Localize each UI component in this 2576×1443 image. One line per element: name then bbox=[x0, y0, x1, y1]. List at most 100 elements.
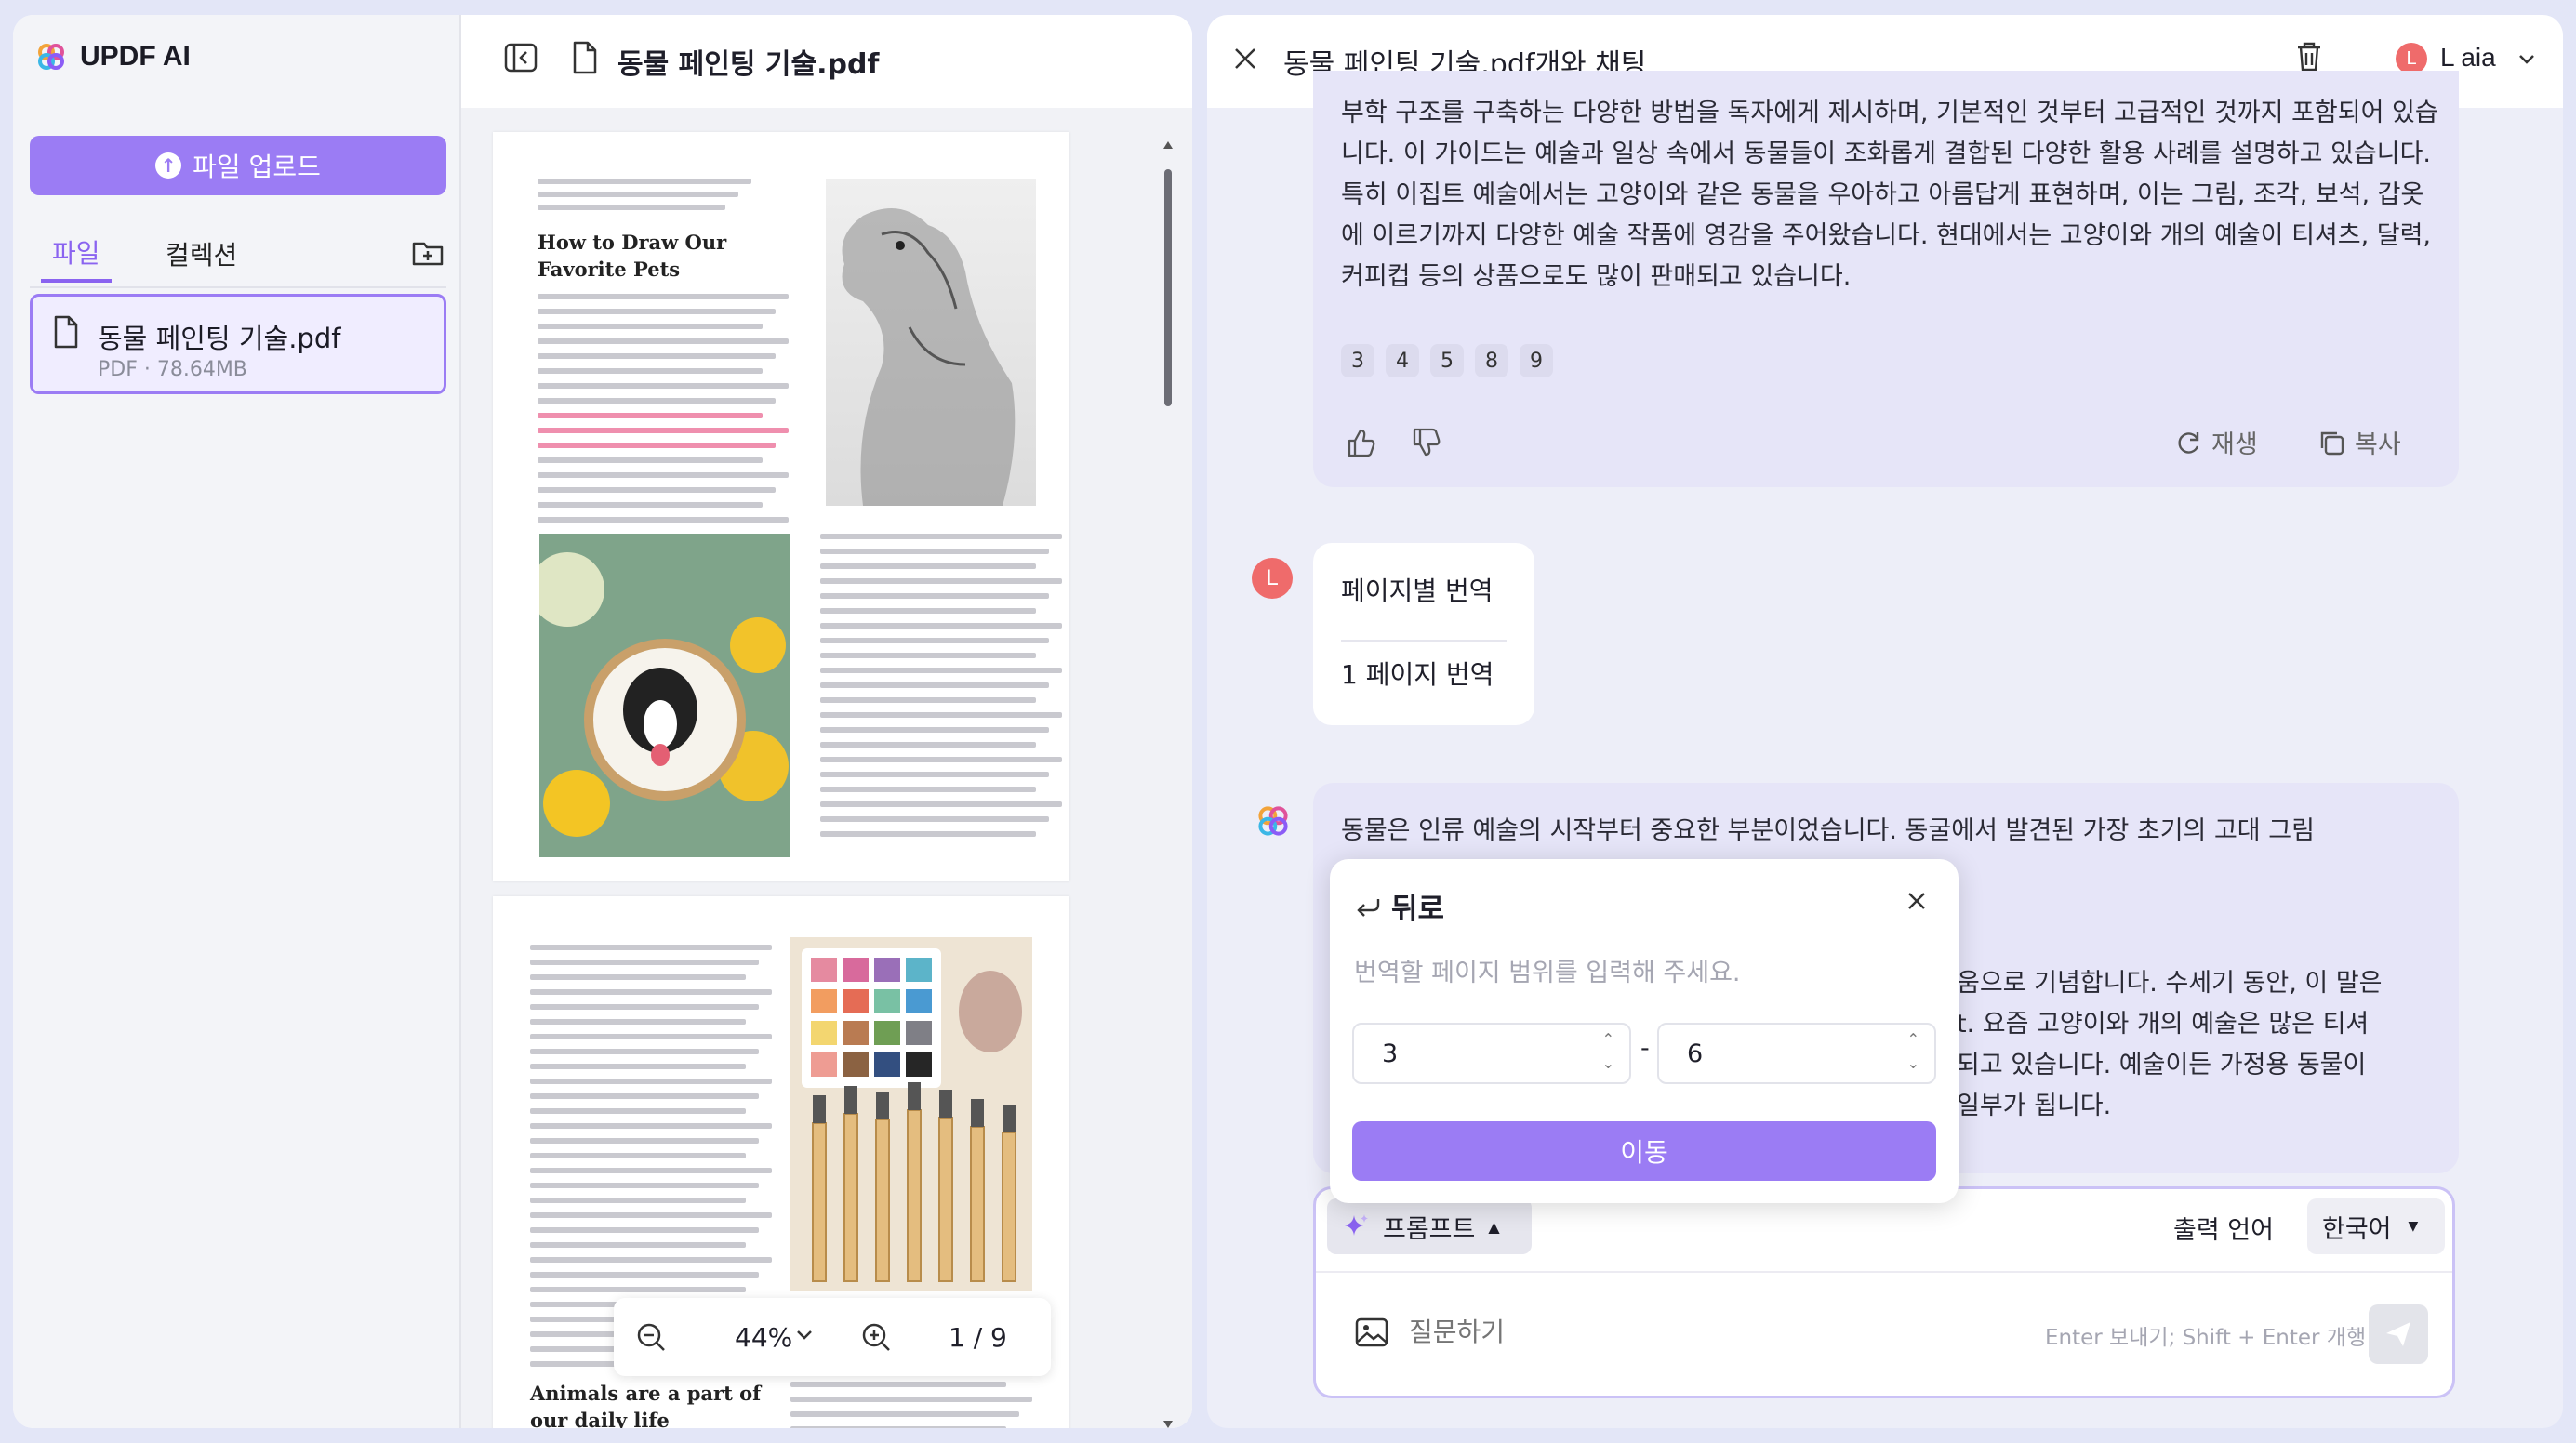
decrement-icon[interactable]: ⌄ bbox=[1907, 1054, 1919, 1072]
pdf-text-line bbox=[538, 502, 763, 508]
page-ref-chip[interactable]: 9 bbox=[1520, 344, 1553, 377]
copy-button[interactable]: 복사 bbox=[2317, 424, 2401, 460]
upload-arrow-icon: ↑ bbox=[155, 152, 182, 179]
pdf-text-line bbox=[530, 1168, 772, 1173]
pdf-text-line bbox=[530, 1093, 759, 1099]
page-to-field[interactable]: 6 ⌃ ⌄ bbox=[1657, 1023, 1936, 1084]
regenerate-label: 재생 bbox=[2211, 430, 2258, 459]
file-meta: PDF · 78.64MB bbox=[98, 358, 247, 381]
zoom-level[interactable]: 44% bbox=[735, 1322, 792, 1353]
page-ref-chip[interactable]: 3 bbox=[1341, 344, 1374, 377]
pdf-text-line bbox=[820, 801, 1062, 807]
page-ref-chip[interactable]: 5 bbox=[1430, 344, 1464, 377]
decrement-icon[interactable]: ⌄ bbox=[1602, 1054, 1614, 1072]
scrollbar-thumb[interactable] bbox=[1164, 169, 1172, 406]
back-button[interactable]: 뒤로 bbox=[1356, 885, 1444, 927]
pdf-document-icon bbox=[573, 41, 597, 74]
tab-files[interactable]: 파일 bbox=[41, 225, 112, 283]
page-from-field[interactable]: 3 ⌃ ⌄ bbox=[1352, 1023, 1631, 1084]
user-menu-chevron-icon[interactable] bbox=[2518, 54, 2535, 65]
page-to-value: 6 bbox=[1687, 1039, 1704, 1068]
caret-down-icon: ▼ bbox=[2408, 1219, 2419, 1234]
page-heading: How to Draw Our Favorite Pets bbox=[538, 231, 727, 281]
ai-message-2-line: 일부가 됩니다. bbox=[1957, 1092, 2112, 1120]
pdf-scrollbar[interactable] bbox=[1162, 141, 1174, 1428]
page-indicator[interactable]: 1 / 9 bbox=[949, 1322, 1007, 1353]
pdf-text-line bbox=[530, 1123, 772, 1129]
thumbs-down-icon[interactable] bbox=[1412, 428, 1441, 457]
go-button[interactable]: 이동 bbox=[1352, 1121, 1936, 1181]
pdf-text-line bbox=[538, 517, 789, 523]
pdf-text-line bbox=[538, 472, 789, 478]
pdf-text-line bbox=[538, 179, 751, 184]
pdf-text-line bbox=[530, 1064, 746, 1069]
user-avatar[interactable]: L bbox=[2396, 43, 2427, 74]
page-references: 34589 bbox=[1341, 344, 1564, 377]
page-ref-chip[interactable]: 8 bbox=[1475, 344, 1508, 377]
pdf-text-line bbox=[538, 205, 725, 210]
app-logo: UPDF AI bbox=[37, 41, 191, 73]
add-folder-icon[interactable] bbox=[411, 238, 445, 268]
tab-collections[interactable]: 컬렉션 bbox=[154, 225, 248, 283]
pdf-text-line bbox=[530, 1227, 759, 1233]
pdf-viewer[interactable]: How to Draw Our Favorite Pets Animals ar… bbox=[461, 108, 1192, 1428]
pdf-text-line bbox=[820, 638, 1049, 643]
output-language-select[interactable]: 한국어 ▼ bbox=[2307, 1198, 2445, 1254]
regenerate-button[interactable]: 재생 bbox=[2174, 424, 2258, 460]
page-range-popup: 뒤로 번역할 페이지 범위를 입력해 주세요. 3 ⌃ ⌄ - 6 ⌃ ⌄ 이동 bbox=[1330, 859, 1959, 1203]
pdf-text-line bbox=[820, 831, 1036, 837]
pdf-text-line bbox=[820, 549, 1049, 554]
zoom-out-icon[interactable] bbox=[636, 1322, 666, 1352]
pdf-text-line bbox=[530, 945, 772, 950]
page-2-heading: Animals are a part of our daily life bbox=[530, 1382, 762, 1428]
pdf-text-line bbox=[538, 428, 789, 433]
send-button[interactable] bbox=[2369, 1304, 2428, 1364]
pdf-text-line bbox=[538, 368, 763, 374]
user-name[interactable]: L aia bbox=[2440, 43, 2496, 73]
page-from-value: 3 bbox=[1382, 1039, 1399, 1068]
sidebar: UPDF AI ↑ 파일 업로드 파일 컬렉션 동물 페인팅 기술.pdf PD… bbox=[13, 15, 461, 1428]
file-list-item[interactable]: 동물 페인팅 기술.pdf PDF · 78.64MB bbox=[30, 294, 446, 394]
back-arrow-icon bbox=[1357, 898, 1380, 917]
copy-label: 복사 bbox=[2355, 430, 2401, 459]
pdf-text-line bbox=[530, 1108, 746, 1114]
pdf-header: 동물 페인팅 기술.pdf bbox=[461, 15, 1192, 108]
tabs-divider bbox=[30, 286, 446, 288]
chat-composer: 프롬프트 ▲ 출력 언어 한국어 ▼ Enter 보내기; Shift + En… bbox=[1313, 1186, 2455, 1398]
pdf-text-line bbox=[820, 742, 1036, 748]
increment-icon[interactable]: ⌃ bbox=[1907, 1030, 1919, 1048]
image-upload-icon[interactable] bbox=[1355, 1317, 1388, 1347]
chevron-down-icon[interactable] bbox=[796, 1330, 813, 1341]
thumbs-up-icon[interactable] bbox=[1347, 428, 1376, 457]
pdf-text-line bbox=[790, 1411, 1019, 1417]
send-hint: Enter 보내기; Shift + Enter 개행 bbox=[2045, 1326, 2367, 1350]
message-divider bbox=[1341, 640, 1507, 642]
app-name: UPDF AI bbox=[80, 41, 191, 72]
ai-message-bubble: 부학 구조를 구축하는 다양한 방법을 독자에게 제시하며, 기본적인 것부터 … bbox=[1313, 71, 2459, 487]
chat-input[interactable] bbox=[1409, 1308, 1930, 1355]
scroll-down-icon[interactable] bbox=[1163, 1421, 1173, 1428]
caret-up-icon: ▲ bbox=[1488, 1217, 1500, 1236]
pdf-text-line bbox=[538, 338, 789, 344]
page-ref-chip[interactable]: 4 bbox=[1386, 344, 1419, 377]
updf-logo-icon bbox=[38, 44, 64, 70]
popup-close-icon[interactable] bbox=[1906, 891, 1927, 911]
pdf-text-line bbox=[538, 443, 776, 448]
pdf-text-line bbox=[538, 413, 763, 418]
page-range-hint: 번역할 페이지 범위를 입력해 주세요. bbox=[1354, 959, 1741, 987]
increment-icon[interactable]: ⌃ bbox=[1602, 1030, 1614, 1048]
pdf-text-line bbox=[530, 974, 746, 980]
trash-icon[interactable] bbox=[2295, 41, 2323, 73]
pdf-title: 동물 페인팅 기술.pdf bbox=[617, 48, 880, 81]
upload-file-button[interactable]: ↑ 파일 업로드 bbox=[30, 136, 446, 195]
collapse-sidebar-icon[interactable] bbox=[504, 43, 538, 73]
ai-message-2-line: 움으로 기념합니다. 수세기 동안, 이 말은 bbox=[1957, 969, 2383, 998]
dog-sketch-image bbox=[826, 179, 1036, 506]
close-icon[interactable] bbox=[1233, 46, 1257, 71]
zoom-in-icon[interactable] bbox=[861, 1322, 891, 1352]
scroll-up-icon[interactable] bbox=[1163, 141, 1173, 149]
composer-divider bbox=[1316, 1271, 2452, 1273]
user-message-bubble: 페이지별 번역 1 페이지 번역 bbox=[1313, 543, 1534, 725]
pdf-text-line bbox=[820, 682, 1049, 688]
prompt-button[interactable]: 프롬프트 ▲ bbox=[1327, 1198, 1532, 1254]
